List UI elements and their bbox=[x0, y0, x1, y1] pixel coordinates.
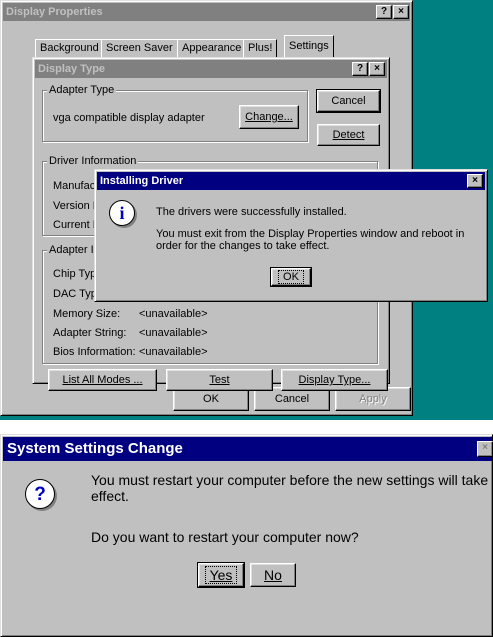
memory-size-label: Memory Size: bbox=[53, 308, 121, 320]
cancel-button[interactable]: Cancel bbox=[316, 89, 381, 113]
display-type-title: Display Type bbox=[38, 63, 106, 75]
close-button[interactable]: × bbox=[393, 5, 409, 19]
close-button[interactable]: × bbox=[477, 441, 493, 457]
list-all-modes-label: List All Modes ... bbox=[62, 374, 143, 386]
installing-driver-dialog: Installing Driver × i The drivers were s… bbox=[94, 169, 488, 302]
bios-info-value: <unavailable> bbox=[139, 346, 208, 358]
bios-info-label: Bios Information: bbox=[53, 346, 136, 358]
display-type-button[interactable]: Display Type... bbox=[281, 369, 388, 391]
restart-required-message: You must restart your computer before th… bbox=[91, 472, 489, 504]
ok-button[interactable]: OK bbox=[270, 267, 312, 287]
display-properties-title: Display Properties bbox=[6, 6, 103, 18]
yes-button[interactable]: Yes bbox=[197, 562, 245, 588]
detect-button[interactable]: Detect bbox=[317, 124, 380, 146]
installing-driver-title: Installing Driver bbox=[100, 175, 184, 187]
change-button[interactable]: Change... bbox=[239, 105, 299, 129]
adapter-type-legend: Adapter Type bbox=[47, 84, 117, 96]
close-button[interactable]: × bbox=[369, 62, 385, 76]
system-settings-titlebar[interactable]: System Settings Change bbox=[3, 437, 492, 461]
detect-label: Detect bbox=[332, 129, 365, 141]
list-all-modes-button[interactable]: List All Modes ... bbox=[48, 369, 157, 391]
ok-label: OK bbox=[278, 270, 304, 284]
display-type-titlebar[interactable]: Display Type bbox=[35, 60, 387, 78]
question-icon: ? bbox=[25, 479, 55, 509]
system-settings-change-dialog: System Settings Change × ? You must rest… bbox=[0, 434, 493, 637]
driver-manufacturer-label: Manufact bbox=[53, 180, 99, 192]
installing-driver-titlebar[interactable]: Installing Driver bbox=[97, 172, 485, 190]
tab-plus[interactable]: Plus! bbox=[243, 39, 278, 58]
memory-size-value: <unavailable> bbox=[139, 308, 208, 320]
info-icon: i bbox=[109, 200, 135, 226]
change-label: Change... bbox=[245, 111, 293, 123]
install-success-message: The drivers were successfully installed. bbox=[156, 206, 347, 218]
system-settings-title: System Settings Change bbox=[7, 440, 183, 457]
display-type-label: Display Type... bbox=[298, 374, 371, 386]
help-button[interactable]: ? bbox=[376, 5, 392, 19]
no-button[interactable]: No bbox=[250, 563, 296, 587]
yes-text: Yes bbox=[209, 567, 233, 583]
help-button[interactable]: ? bbox=[352, 62, 368, 76]
restart-question: Do you want to restart your computer now… bbox=[91, 529, 359, 545]
tab-settings[interactable]: Settings bbox=[284, 35, 334, 58]
tab-background[interactable]: Background bbox=[35, 39, 104, 58]
tab-appearance[interactable]: Appearance bbox=[177, 39, 247, 58]
install-reboot-message: You must exit from the Display Propertie… bbox=[156, 228, 465, 252]
no-label: No bbox=[264, 567, 282, 583]
adapter-string-label: Adapter String: bbox=[53, 327, 127, 339]
adapter-type-value: vga compatible display adapter bbox=[53, 112, 205, 124]
adapter-string-value: <unavailable> bbox=[139, 327, 208, 339]
yes-label: Yes bbox=[204, 566, 238, 584]
test-button[interactable]: Test bbox=[166, 369, 273, 391]
driver-info-legend: Driver Information bbox=[47, 155, 139, 167]
test-label: Test bbox=[209, 374, 230, 386]
display-properties-titlebar[interactable]: Display Properties bbox=[3, 3, 410, 21]
close-button[interactable]: × bbox=[467, 174, 483, 188]
tab-screen-saver[interactable]: Screen Saver bbox=[101, 39, 178, 58]
